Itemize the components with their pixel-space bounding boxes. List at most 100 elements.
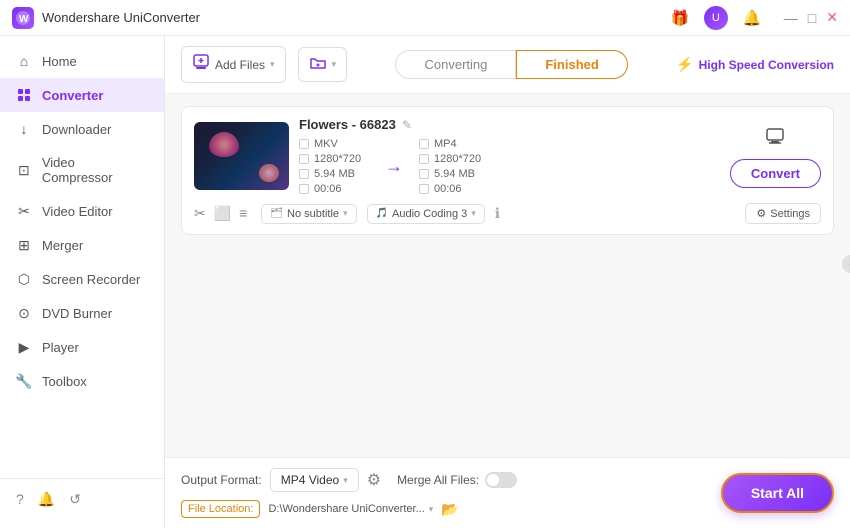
output-res-checkbox xyxy=(419,154,429,164)
sidebar-item-label: Screen Recorder xyxy=(42,272,140,287)
settings-label: Settings xyxy=(770,208,810,220)
info-icon[interactable]: ℹ xyxy=(495,205,500,222)
converter-icon xyxy=(16,87,32,103)
output-format-select[interactable]: MP4 Video ▾ xyxy=(270,468,359,492)
file-info: Flowers - 66823 ✎ MKV xyxy=(299,117,720,195)
toolbox-icon: 🔧 xyxy=(16,373,32,389)
add-folder-icon xyxy=(309,54,327,75)
add-files-icon xyxy=(192,53,210,76)
source-format-row: MKV xyxy=(299,138,369,150)
file-location-row: File Location: D:\Wondershare UniConvert… xyxy=(181,500,705,518)
folder-open-icon[interactable]: 📂 xyxy=(441,501,458,518)
source-format-block: MKV 1280*720 5.94 MB xyxy=(299,138,369,195)
feedback-icon[interactable]: ↺ xyxy=(69,491,81,508)
source-resolution-row: 1280*720 xyxy=(299,153,369,165)
maximize-button[interactable]: □ xyxy=(808,10,816,26)
file-item-top: Flowers - 66823 ✎ MKV xyxy=(194,117,821,195)
subtitle-select[interactable]: 🗂 No subtitle ▾ xyxy=(261,204,356,224)
source-duration-row: 00:06 xyxy=(299,183,369,195)
sidebar-item-label: Video Editor xyxy=(42,204,113,219)
audio-chevron: ▾ xyxy=(471,208,476,219)
notification-icon[interactable]: 🔔 xyxy=(38,491,55,508)
sidebar-item-home[interactable]: ⌂ Home xyxy=(0,44,164,78)
file-location-label[interactable]: File Location: xyxy=(181,500,260,518)
avatar[interactable]: U xyxy=(704,6,728,30)
add-folder-chevron: ▾ xyxy=(332,59,337,70)
output-resolution: 1280*720 xyxy=(434,153,481,165)
output-format-block: MP4 1280*720 5.94 MB xyxy=(419,138,489,195)
output-size-row: 5.94 MB xyxy=(419,168,489,180)
lightning-icon: ⚡ xyxy=(676,56,693,73)
output-checkbox xyxy=(419,139,429,149)
scissors-icon[interactable]: ✂ xyxy=(194,205,206,222)
sidebar-item-player[interactable]: ▶ Player xyxy=(0,330,164,364)
audio-icon: 🎵 xyxy=(376,208,388,219)
merger-icon: ⊞ xyxy=(16,237,32,253)
tab-converting[interactable]: Converting xyxy=(395,50,516,79)
output-duration-row: 00:06 xyxy=(419,183,489,195)
bottom-bar: Output Format: MP4 Video ▾ ⚙ Merge All F… xyxy=(165,457,850,528)
sidebar-item-downloader[interactable]: ↓ Downloader xyxy=(0,112,164,146)
app-title: Wondershare UniConverter xyxy=(42,10,668,25)
add-files-button[interactable]: Add Files ▾ xyxy=(181,46,286,83)
help-icon[interactable]: ? xyxy=(16,491,24,508)
start-all-button[interactable]: Start All xyxy=(721,473,834,513)
crop-icon[interactable]: ⬜ xyxy=(214,205,231,222)
file-thumbnail xyxy=(194,122,289,190)
sidebar-item-screen-recorder[interactable]: ⬡ Screen Recorder xyxy=(0,262,164,296)
audio-select[interactable]: 🎵 Audio Coding 3 ▾ xyxy=(367,204,485,224)
source-size-row: 5.94 MB xyxy=(299,168,369,180)
file-location-path: D:\Wondershare UniConverter... ▾ xyxy=(268,503,433,515)
output-size-checkbox xyxy=(419,169,429,179)
home-icon: ⌂ xyxy=(16,53,32,69)
compressor-icon: ⊡ xyxy=(16,162,32,178)
output-size: 5.94 MB xyxy=(434,168,475,180)
file-name: Flowers - 66823 xyxy=(299,117,396,132)
source-size-checkbox xyxy=(299,169,309,179)
add-folder-button[interactable]: ▾ xyxy=(298,47,348,82)
file-item: Flowers - 66823 ✎ MKV xyxy=(181,106,834,235)
merge-label: Merge All Files: xyxy=(397,473,479,487)
source-size: 5.94 MB xyxy=(314,168,355,180)
source-format: MKV xyxy=(314,138,338,150)
output-dur-checkbox xyxy=(419,184,429,194)
title-bar: W Wondershare UniConverter 🎁 U 🔔 — □ ✕ xyxy=(0,0,850,36)
downloader-icon: ↓ xyxy=(16,121,32,137)
close-button[interactable]: ✕ xyxy=(826,9,838,26)
settings-gear-icon: ⚙ xyxy=(756,207,766,220)
minimize-button[interactable]: — xyxy=(784,10,798,26)
sidebar-item-label: Player xyxy=(42,340,79,355)
convert-button[interactable]: Convert xyxy=(730,159,821,188)
format-chevron-icon: ▾ xyxy=(343,475,348,486)
sidebar-item-label: Converter xyxy=(42,88,103,103)
toolbar: Add Files ▾ ▾ Converting Finished ⚡ xyxy=(165,36,850,94)
tab-finished[interactable]: Finished xyxy=(516,50,627,79)
editor-icon: ✂ xyxy=(16,203,32,219)
high-speed-conversion-button[interactable]: ⚡ High Speed Conversion xyxy=(676,56,834,73)
editing-tools: ✂ ⬜ ≡ xyxy=(194,205,247,222)
merge-toggle[interactable] xyxy=(485,472,517,488)
sidebar-item-video-compressor[interactable]: ⊡ Video Compressor xyxy=(0,146,164,194)
bottom-left: Output Format: MP4 Video ▾ ⚙ Merge All F… xyxy=(181,468,705,518)
effects-icon[interactable]: ≡ xyxy=(239,205,247,222)
window-controls: — □ ✕ xyxy=(784,9,838,26)
add-files-label: Add Files xyxy=(215,58,265,72)
bell-icon[interactable]: 🔔 xyxy=(740,6,764,30)
edit-icon[interactable]: ✎ xyxy=(402,118,412,132)
sidebar-item-toolbox[interactable]: 🔧 Toolbox xyxy=(0,364,164,398)
svg-text:W: W xyxy=(19,14,29,25)
sidebar: ⌂ Home Converter ↓ Downloader ⊡ Video Co… xyxy=(0,36,165,528)
file-item-bottom: ✂ ⬜ ≡ 🗂 No subtitle ▾ 🎵 Audio Coding 3 ▾ xyxy=(194,203,821,224)
device-icon[interactable] xyxy=(764,125,786,153)
sidebar-item-converter[interactable]: Converter xyxy=(0,78,164,112)
sidebar-item-dvd-burner[interactable]: ⊙ DVD Burner xyxy=(0,296,164,330)
sidebar-item-merger[interactable]: ⊞ Merger xyxy=(0,228,164,262)
content-area: Add Files ▾ ▾ Converting Finished ⚡ xyxy=(165,36,850,528)
gift-icon[interactable]: 🎁 xyxy=(668,6,692,30)
settings-button[interactable]: ⚙ Settings xyxy=(745,203,821,224)
format-settings-icon[interactable]: ⚙ xyxy=(367,470,381,490)
output-format-group: Output Format: MP4 Video ▾ ⚙ xyxy=(181,468,381,492)
sidebar-item-video-editor[interactable]: ✂ Video Editor xyxy=(0,194,164,228)
file-path-text: D:\Wondershare UniConverter... xyxy=(268,503,424,515)
header-icons: 🎁 U 🔔 xyxy=(668,6,764,30)
